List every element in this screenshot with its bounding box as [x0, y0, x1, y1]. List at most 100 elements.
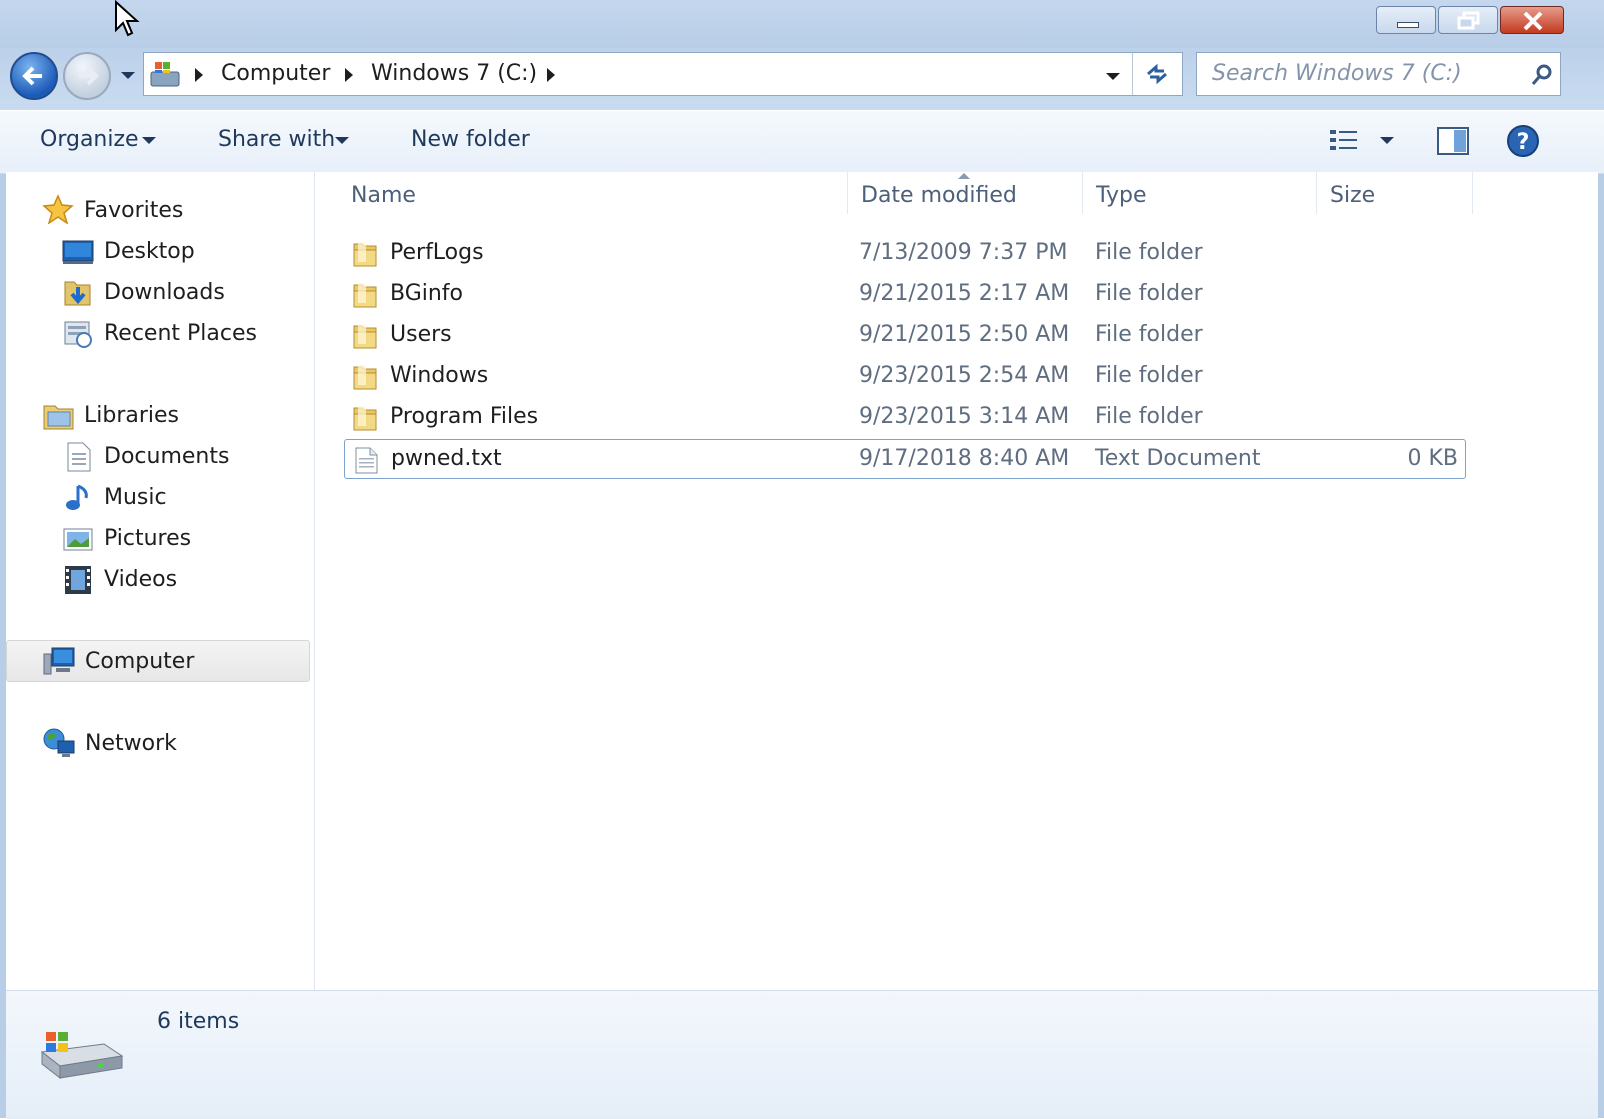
- nav-computer[interactable]: Computer: [85, 647, 194, 677]
- file-row[interactable]: Windows 9/23/2015 2:54 AM File folder: [344, 357, 1466, 397]
- details-pane: [6, 990, 1598, 1119]
- network-icon: [43, 728, 75, 757]
- close-icon: [1523, 11, 1543, 31]
- refresh-icon[interactable]: [1142, 59, 1172, 89]
- column-header-size[interactable]: Size: [1330, 180, 1375, 212]
- file-type: Text Document: [1095, 446, 1261, 471]
- breadcrumb-computer[interactable]: Computer: [221, 59, 330, 89]
- minimize-button[interactable]: [1376, 6, 1436, 34]
- file-type: File folder: [1095, 240, 1203, 265]
- folder-icon: [353, 365, 377, 390]
- nav-libraries[interactable]: Libraries: [84, 401, 179, 431]
- help-icon[interactable]: ?: [1506, 124, 1540, 158]
- organize-dropdown-icon[interactable]: [142, 137, 156, 144]
- address-bar[interactable]: Computer Windows 7 (C:): [143, 52, 1183, 96]
- file-name: PerfLogs: [390, 240, 484, 265]
- change-view-dropdown-icon[interactable]: [1380, 137, 1394, 144]
- documents-icon: [67, 442, 91, 472]
- item-count: 6 items: [157, 1009, 240, 1034]
- drive-icon: [40, 1032, 124, 1080]
- file-row[interactable]: Program Files 9/23/2015 3:14 AM File fol…: [344, 398, 1466, 438]
- pictures-icon: [63, 528, 93, 551]
- nav-desktop[interactable]: Desktop: [104, 237, 195, 267]
- recent-pages-dropdown[interactable]: [121, 72, 135, 79]
- file-type: File folder: [1095, 281, 1203, 306]
- close-button[interactable]: [1500, 6, 1564, 34]
- restore-icon: [1457, 11, 1480, 30]
- file-date: 9/23/2015 3:14 AM: [859, 404, 1070, 429]
- column-divider[interactable]: [1316, 172, 1317, 214]
- details-view-icon[interactable]: [1328, 128, 1360, 154]
- breadcrumb-drive[interactable]: Windows 7 (C:): [371, 59, 537, 89]
- file-type: File folder: [1095, 363, 1203, 388]
- file-date: 9/21/2015 2:17 AM: [859, 281, 1070, 306]
- computer-location-icon: [150, 62, 180, 87]
- file-type: File folder: [1095, 404, 1203, 429]
- nav-downloads[interactable]: Downloads: [104, 278, 225, 308]
- new-folder-button[interactable]: New folder: [411, 124, 530, 156]
- text-file-icon: [355, 447, 378, 474]
- file-type: File folder: [1095, 322, 1203, 347]
- file-date: 9/17/2018 8:40 AM: [859, 446, 1070, 471]
- forward-button[interactable]: [63, 52, 111, 100]
- forward-arrow-icon: [79, 66, 99, 86]
- libraries-icon: [43, 405, 74, 430]
- share-with-button[interactable]: Share with: [218, 124, 335, 156]
- videos-icon: [65, 566, 91, 594]
- recent-places-icon: [64, 321, 92, 348]
- search-input[interactable]: Search Windows 7 (C:): [1196, 52, 1561, 96]
- nav-music[interactable]: Music: [104, 483, 167, 513]
- file-date: 7/13/2009 7:37 PM: [859, 240, 1068, 265]
- file-name: Windows: [390, 363, 489, 388]
- column-divider[interactable]: [847, 172, 848, 214]
- search-icon[interactable]: [1530, 63, 1554, 87]
- explorer-window: Computer Windows 7 (C:) Search Windows 7…: [0, 0, 1604, 1119]
- mouse-cursor-icon: [115, 0, 140, 37]
- breadcrumb-arrow-icon[interactable]: [547, 68, 555, 82]
- file-row-selected[interactable]: pwned.txt 9/17/2018 8:40 AM Text Documen…: [344, 439, 1466, 479]
- breadcrumb-arrow-icon[interactable]: [345, 68, 353, 82]
- file-date: 9/21/2015 2:50 AM: [859, 322, 1070, 347]
- file-date: 9/23/2015 2:54 AM: [859, 363, 1070, 388]
- back-button[interactable]: [10, 52, 58, 100]
- file-row[interactable]: Users 9/21/2015 2:50 AM File folder: [344, 316, 1466, 356]
- nav-network[interactable]: Network: [85, 729, 177, 759]
- share-with-dropdown-icon[interactable]: [335, 137, 349, 144]
- nav-favorites[interactable]: Favorites: [84, 196, 183, 226]
- column-header-date-modified[interactable]: Date modified: [861, 180, 1017, 212]
- nav-pictures[interactable]: Pictures: [104, 524, 191, 554]
- file-name: Program Files: [390, 404, 539, 429]
- computer-icon: [43, 647, 75, 675]
- nav-recent-places[interactable]: Recent Places: [104, 319, 257, 349]
- sort-ascending-icon: [958, 173, 970, 179]
- breadcrumb-arrow-icon[interactable]: [195, 68, 203, 82]
- nav-documents[interactable]: Documents: [104, 442, 229, 472]
- title-bar[interactable]: [0, 0, 1604, 52]
- downloads-icon: [64, 281, 91, 306]
- folder-icon: [353, 324, 377, 349]
- svg-text:?: ?: [1517, 130, 1530, 155]
- favorites-star-icon: [42, 194, 74, 224]
- column-divider[interactable]: [1082, 172, 1083, 214]
- file-name: BGinfo: [390, 281, 464, 306]
- folder-icon: [353, 406, 377, 431]
- back-arrow-icon: [22, 66, 42, 86]
- file-name: Users: [390, 322, 452, 347]
- address-history-dropdown[interactable]: [1106, 73, 1120, 80]
- minimize-icon: [1397, 22, 1419, 28]
- file-row[interactable]: PerfLogs 7/13/2009 7:37 PM File folder: [344, 234, 1466, 274]
- organize-button[interactable]: Organize: [40, 124, 139, 156]
- column-divider[interactable]: [1472, 172, 1473, 214]
- address-divider: [1132, 53, 1133, 95]
- file-row[interactable]: BGinfo 9/21/2015 2:17 AM File folder: [344, 275, 1466, 315]
- nav-videos[interactable]: Videos: [104, 565, 177, 595]
- desktop-icon: [62, 240, 94, 264]
- column-header-name[interactable]: Name: [351, 180, 416, 212]
- restore-button[interactable]: [1438, 6, 1498, 34]
- folder-icon: [353, 242, 377, 267]
- preview-pane-icon[interactable]: [1436, 126, 1470, 156]
- music-icon: [66, 484, 88, 510]
- folder-icon: [353, 283, 377, 308]
- column-header-type[interactable]: Type: [1096, 180, 1147, 212]
- file-size: 0 KB: [1407, 446, 1458, 471]
